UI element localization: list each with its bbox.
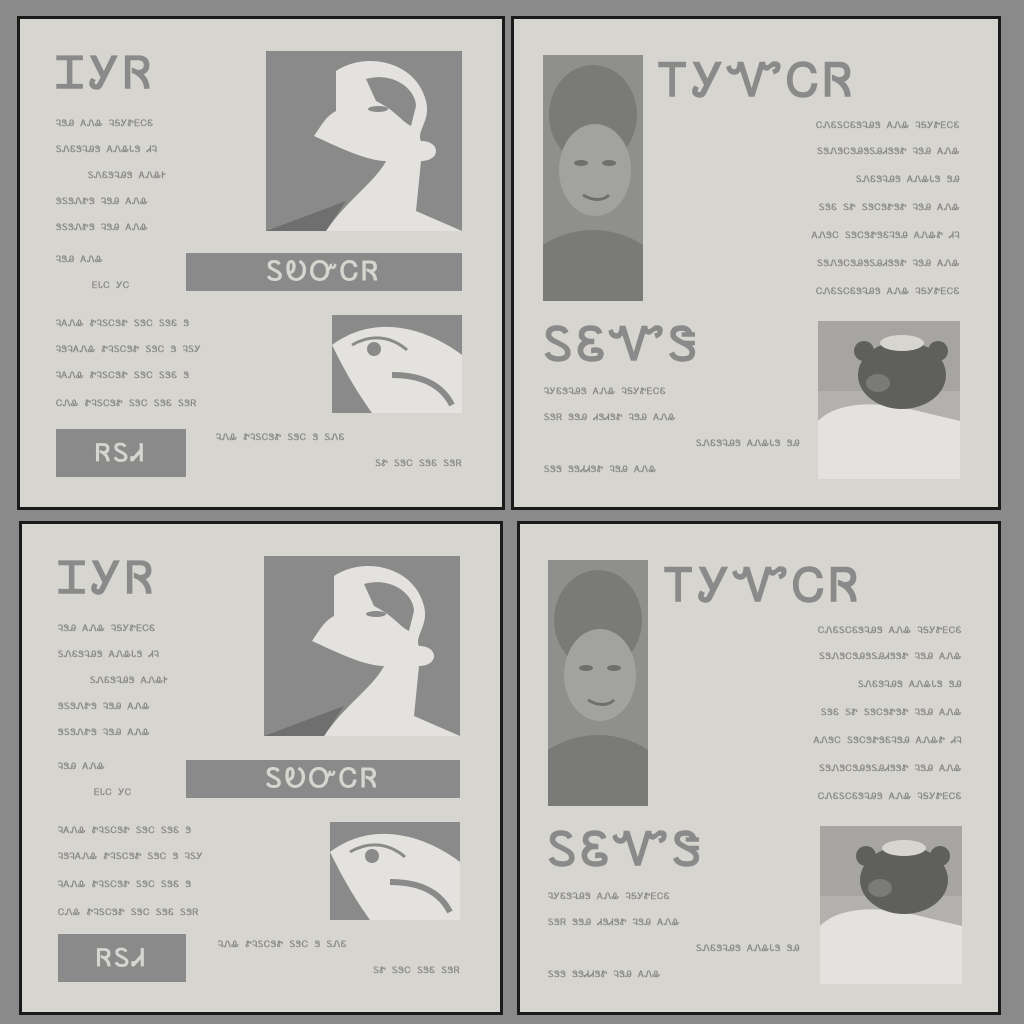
body-text-line: ᎸᏕᎯ ᎪᏁᎲ	[58, 762, 106, 772]
section-title: ᏚᏋᏉᏕ	[548, 822, 706, 876]
body-text-line: ᏟᏁᏋᏚᏟᏋᏕᎸᎯᏕ ᎪᏁᎲ ᎸᎦᎩᏑᎬᏟᏋ	[816, 287, 960, 297]
body-text-line: ᎸᏁᎲ ᏑᎸᏚᏟᏕᏑ ᏚᏕᏟ Ꮥ ᏚᏁᏋ	[216, 433, 345, 443]
poster-a-bottom: ᏆᎩᏒ ᎸᏕᎯ ᎪᏁᎲ ᎸᎦᎩᏑᎬᏟᏋ ᏚᏁᏋᏕᎸᎯᏕ ᎪᏁᎲᏓᏕ ᏗᎸ ᏚᏁᏋ…	[19, 521, 503, 1015]
body-text-line: ᏟᏁᎲ ᏑᎸᏚᏟᏕᏑ ᏚᏕᏟ ᏚᏕᏋ ᏚᏕᏒ	[56, 399, 197, 409]
body-text-line: ᎸᏁᎲ ᏑᎸᏚᏟᏕᏑ ᏚᏕᏟ Ꮥ ᏚᏁᏋ	[218, 940, 347, 950]
poster-b-top: ᎢᎩᏉᏟᏒ ᏟᏁᏋᏚᏟᏋᏕᎸᎯᏕ ᎪᏁᎲ ᎸᎦᎩᏑᎬᏟᏋ ᏚᏕᏁᏕᏟᏕᎯᏕᏚᎯᏗ…	[511, 16, 1001, 510]
body-text-line: ᎸᏕᎸᎪᏁᎲ ᏑᎸᏚᏟᏕᏑ ᏚᏕᏟ Ꮥ ᎸᏚᎩ	[56, 345, 202, 355]
poster-headline: ᏆᎩᏒ	[58, 553, 158, 604]
poster-headline: ᎢᎩᏉᏟᏒ	[660, 53, 857, 107]
body-text-line: ᏟᏁᏋᏚᏟᏋᏕᎸᎯᏕ ᎪᏁᎲ ᎸᎦᎩᏑᎬᏟᏋ	[818, 626, 962, 636]
body-text-line: ᎸᏕᎸᎪᏁᎲ ᏑᎸᏚᏟᏕᏑ ᏚᏕᏟ Ꮥ ᎸᏚᎩ	[58, 852, 204, 862]
body-text-line: ᏚᏁᏋᏕᎸᎯᏕ ᎪᏁᎲᏓᏕ ᏕᎯ	[696, 944, 800, 954]
body-text-line: ᏚᏕᏁᏕᏟᏕᎯᏕᏚᎯᏗᏕᏕᏑ ᎸᏕᎯ ᎪᏁᎲ	[819, 764, 962, 774]
eye-closeup-image	[332, 315, 462, 413]
body-text-line: ᏚᏁᏋᏕᎸᎯᏕ ᎪᏁᎲᏓᏕ ᏕᎯ	[856, 175, 960, 185]
body-text-line: ᎸᎪᏁᎲ ᏑᎸᏚᏟᏕᏑ ᏚᏕᏟ ᏚᏕᏋ Ꮥ	[56, 319, 190, 329]
body-text-line: ᏚᏑ ᏚᏕᏟ ᏚᏕᏋ ᏚᏕᏒ	[373, 966, 460, 976]
bear-image	[820, 826, 962, 984]
body-text-line: ᎬᏓᏟ ᎩᏟ	[94, 788, 132, 798]
eye-closeup-image	[330, 822, 460, 920]
title-box: ᏚᎧᏅᏟᏒ	[186, 760, 460, 798]
body-text-line: ᎸᏕᎯ ᎪᏁᎲ	[56, 255, 104, 265]
body-text-line: ᎸᎩᏋᏕᎸᎯᏕ ᎪᏁᎲ ᎸᎦᎩᏑᎬᏟᏋ	[544, 387, 667, 397]
poster-a-top: ᏆᎩᏒ ᎸᏕᎯ ᎪᏁᎲ ᎸᎦᎩᏑᎬᏟᏋ ᏚᏁᏋᏕᎸᎯᏕ ᎪᏁᎲᏓᏕ ᏗᎸ ᏚᏁᏋ…	[17, 16, 505, 510]
body-text-line: ᏚᏁᏋᏕᎸᎯᏕ ᎪᏁᎲᏓᏕ ᏗᎸ	[56, 145, 158, 155]
badge-box: ᏒᏚᏗ	[58, 934, 186, 982]
body-text-line: ᏟᏁᏋᏚᏟᏋᏕᎸᎯᏕ ᎪᏁᎲ ᎸᎦᎩᏑᎬᏟᏋ	[818, 792, 962, 802]
body-text-line: ᏚᏕᏒ ᏕᏕᎯ ᏗᏕᏗᏕᏑ ᎸᏕᎯ ᎪᏁᎲ	[548, 918, 680, 928]
body-text-line: ᎸᎪᏁᎲ ᏑᎸᏚᏟᏕᏑ ᏚᏕᏟ ᏚᏕᏋ Ꮥ	[58, 880, 192, 890]
body-text-line: ᏟᏁᎲ ᏑᎸᏚᏟᏕᏑ ᏚᏕᏟ ᏚᏕᏋ ᏚᏕᏒ	[58, 908, 199, 918]
body-text-line: ᎪᏁᏕᏟ ᏚᏕᏟᏕᏑᏕᏋᎸᏕᎯ ᎪᏁᎲᏑ ᏗᎸ	[811, 231, 960, 241]
body-text-line: ᏚᏁᏋᏕᎸᎯᏕ ᎪᏁᎲᎨ	[90, 676, 169, 686]
body-text-line: ᏚᏕᏁᏕᏟᏕᎯᏕᏚᎯᏗᏕᏕᏑ ᎸᏕᎯ ᎪᏁᎲ	[817, 147, 960, 157]
body-text-line: ᏚᏕᏁᏕᏟᏕᎯᏕᏚᎯᏗᏕᏕᏑ ᎸᏕᎯ ᎪᏁᎲ	[817, 259, 960, 269]
body-text-line: ᏕᏚᏕᏁᏑᏕ ᎸᏕᎯ ᎪᏁᎲ	[58, 702, 151, 712]
body-text-line: ᏚᏕᏋ ᏚᏑ ᏚᏕᏟᏕᏑᏕᏑ ᎸᏕᎯ ᎪᏁᎲ	[819, 203, 960, 213]
section-title: ᏚᏋᏉᏕ	[544, 317, 702, 371]
body-text-line: ᏚᏕᏁᏕᏟᏕᎯᏕᏚᎯᏗᏕᏕᏑ ᎸᏕᎯ ᎪᏁᎲ	[819, 652, 962, 662]
body-text-line: ᏕᏚᏕᏁᏑᏕ ᎸᏕᎯ ᎪᏁᎲ	[56, 197, 149, 207]
poster-b-bottom: ᎢᎩᏉᏟᏒ ᏟᏁᏋᏚᏟᏋᏕᎸᎯᏕ ᎪᏁᎲ ᎸᎦᎩᏑᎬᏟᏋ ᏚᏕᏁᏕᏟᏕᎯᏕᏚᎯᏗ…	[517, 521, 1001, 1015]
body-text-line: ᎬᏓᏟ ᎩᏟ	[92, 281, 130, 291]
body-text-line: ᏟᏁᏋᏚᏟᏋᏕᎸᎯᏕ ᎪᏁᎲ ᎸᎦᎩᏑᎬᏟᏋ	[816, 121, 960, 131]
body-text-line: ᏕᏚᏕᏁᏑᏕ ᎸᏕᎯ ᎪᏁᎲ	[56, 223, 149, 233]
poster-headline: ᏆᎩᏒ	[56, 48, 156, 99]
body-text-line: ᏚᏕᏒ ᏕᏕᎯ ᏗᏕᏗᏕᏑ ᎸᏕᎯ ᎪᏁᎲ	[544, 413, 676, 423]
body-text-line: ᎪᏁᏕᏟ ᏚᏕᏟᏕᏑᏕᏋᎸᏕᎯ ᎪᏁᎲᏑ ᏗᎸ	[813, 736, 962, 746]
body-text-line: ᏚᏕᏕ ᏕᏕᏗᏗᏕᏑ ᎸᏕᎯ ᎪᏁᎲ	[548, 970, 661, 980]
body-text-line: ᎸᎪᏁᎲ ᏑᎸᏚᏟᏕᏑ ᏚᏕᏟ ᏚᏕᏋ Ꮥ	[56, 371, 190, 381]
body-text-line: ᏚᏁᏋᏕᎸᎯᏕ ᎪᏁᎲᏓᏕ ᏕᎯ	[858, 680, 962, 690]
title-box: ᏚᎧᏅᏟᏒ	[186, 253, 462, 291]
poster-headline: ᎢᎩᏉᏟᏒ	[666, 558, 863, 612]
body-text-line: ᏚᏁᏋᏕᎸᎯᏕ ᎪᏁᎲᎨ	[88, 171, 167, 181]
body-text-line: ᎸᎩᏋᏕᎸᎯᏕ ᎪᏁᎲ ᎸᎦᎩᏑᎬᏟᏋ	[548, 892, 671, 902]
woman-profile-image	[264, 556, 460, 736]
body-text-line: ᎸᎪᏁᎲ ᏑᎸᏚᏟᏕᏑ ᏚᏕᏟ ᏚᏕᏋ Ꮥ	[58, 826, 192, 836]
body-text-line: ᎸᏕᎯ ᎪᏁᎲ ᎸᎦᎩᏑᎬᏟᏋ	[58, 624, 156, 634]
body-text-line: ᎸᏕᎯ ᎪᏁᎲ ᎸᎦᎩᏑᎬᏟᏋ	[56, 119, 154, 129]
body-text-line: ᏚᏕᏋ ᏚᏑ ᏚᏕᏟᏕᏑᏕᏑ ᎸᏕᎯ ᎪᏁᎲ	[821, 708, 962, 718]
portrait-strip-image	[548, 560, 648, 806]
portrait-strip-image	[543, 55, 643, 301]
body-text-line: ᏕᏚᏕᏁᏑᏕ ᎸᏕᎯ ᎪᏁᎲ	[58, 728, 151, 738]
bear-image	[818, 321, 960, 479]
woman-profile-image	[266, 51, 462, 231]
badge-box: ᏒᏚᏗ	[56, 429, 186, 477]
body-text-line: ᏚᏕᏕ ᏕᏕᏗᏗᏕᏑ ᎸᏕᎯ ᎪᏁᎲ	[544, 465, 657, 475]
body-text-line: ᏚᏑ ᏚᏕᏟ ᏚᏕᏋ ᏚᏕᏒ	[375, 459, 462, 469]
body-text-line: ᏚᏁᏋᏕᎸᎯᏕ ᎪᏁᎲᏓᏕ ᏗᎸ	[58, 650, 160, 660]
body-text-line: ᏚᏁᏋᏕᎸᎯᏕ ᎪᏁᎲᏓᏕ ᏕᎯ	[696, 439, 800, 449]
